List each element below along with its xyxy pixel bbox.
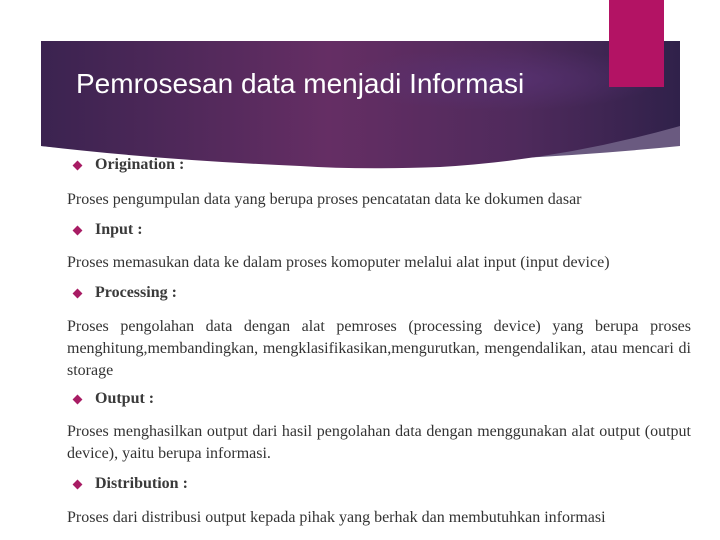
- item-origination-description: Proses pengumpulan data yang berupa pros…: [67, 191, 582, 208]
- slide-content: Origination : Proses pengumpulan data ya…: [0, 0, 720, 540]
- item-distribution-description: Proses dari distribusi output kepada pih…: [67, 509, 606, 526]
- heading-label: Distribution :: [95, 475, 188, 492]
- item-output-description: Proses menghasilkan output dari hasil pe…: [67, 423, 691, 462]
- diamond-bullet-icon: [72, 288, 83, 298]
- heading-label: Origination :: [95, 156, 185, 173]
- diamond-bullet-icon: [72, 394, 83, 404]
- heading-label: Input :: [95, 221, 143, 238]
- item-output-heading: Output :: [72, 390, 154, 408]
- diamond-bullet-icon: [72, 160, 83, 170]
- heading-label: Output :: [95, 390, 155, 407]
- diamond-bullet-icon: [72, 225, 83, 235]
- item-processing-heading: Processing :: [72, 284, 177, 302]
- item-input-description: Proses memasukan data ke dalam proses ko…: [67, 254, 610, 271]
- heading-label: Processing :: [95, 284, 177, 301]
- item-origination-heading: Origination :: [72, 156, 184, 174]
- item-distribution-heading: Distribution :: [72, 475, 188, 493]
- item-input-heading: Input :: [72, 221, 143, 239]
- diamond-bullet-icon: [72, 479, 83, 489]
- item-processing-description: Proses pengolahan data dengan alat pemro…: [67, 318, 691, 379]
